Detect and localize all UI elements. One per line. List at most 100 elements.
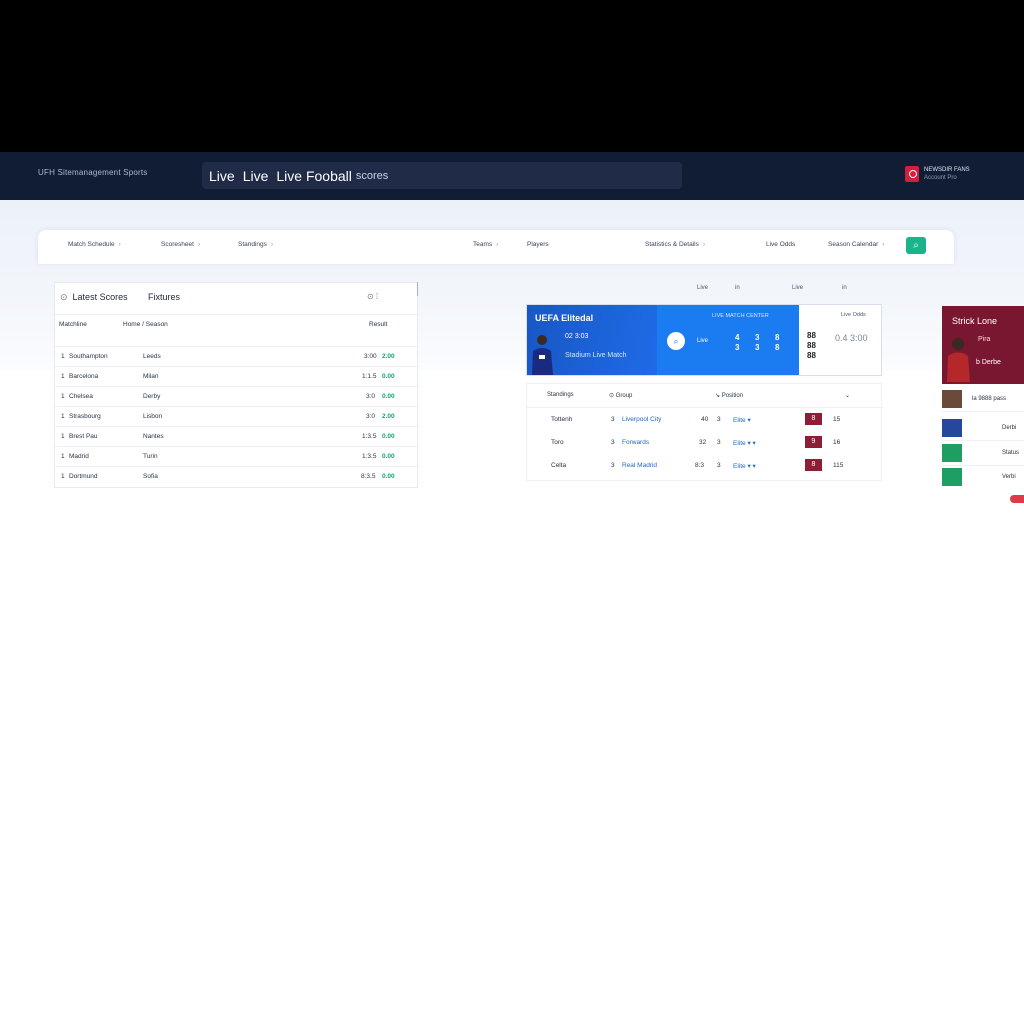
row-team: Dortmund [69, 473, 98, 480]
t2-col-header-1: ⊙ Group [609, 393, 633, 399]
banner-col-3: 8 8 [775, 333, 780, 352]
row-gd: 16 [833, 439, 841, 446]
search-icon[interactable]: ⌕ [667, 332, 685, 350]
row-link2[interactable]: Elite ▾ ▾ [733, 462, 756, 470]
chevron-right-icon: › [882, 241, 885, 248]
t2-col-header-2: ↘ Position [715, 393, 744, 399]
scroll-indicator[interactable] [417, 282, 418, 296]
chevron-down-icon[interactable]: ⌄ [845, 392, 850, 399]
nav-item-6[interactable]: Live Odds [766, 241, 795, 248]
table-row[interactable]: 1 Southampton Leeds 3:00 2.00 [55, 346, 419, 366]
side-feature-card[interactable]: Strick Lone Pira b Derbe [942, 306, 1024, 384]
table-row[interactable]: 1 Madrid Turin 1:3.5 0.00 [55, 446, 419, 466]
divider [942, 440, 1024, 441]
match-banner[interactable]: UEFA Elitedal 02 3:03 Stadium Live Match… [526, 304, 882, 376]
toolbar-item-2[interactable]: Live [792, 285, 803, 291]
banner-right: Live Odds 88 88 88 0.4 3:00 [799, 305, 881, 375]
table-row[interactable]: 1 Barcelona Milan 1:1.5 0.00 [55, 366, 419, 386]
user-name: NEWSDIR FANS [924, 167, 970, 173]
search-bar[interactable]: Live Live Live Fooball scores [202, 162, 682, 189]
side-list-item[interactable]: Verbi [942, 468, 1024, 488]
banner-middle-label: Live [697, 338, 709, 344]
nav-item-1[interactable]: Scoresheet › [161, 241, 200, 248]
row-city: Leeds [143, 353, 161, 360]
row-link[interactable]: Forwards [622, 439, 649, 446]
row-odd: 0.00 [382, 373, 395, 380]
avatar [942, 390, 962, 408]
row-pos: 3 [717, 416, 721, 423]
arrow-icon: ↘ [715, 393, 722, 399]
clock-icon: ⊙ [60, 292, 68, 302]
row-odd: 0.00 [382, 453, 395, 460]
banner-middle: LIVE MATCH CENTER ⌕ Live 4 3 3 3 8 8 [657, 305, 799, 375]
search-word-1: Live [209, 167, 235, 184]
team-flag-icon [942, 468, 962, 486]
row-link2[interactable]: Elite ▾ [733, 416, 751, 424]
user-menu[interactable]: NEWSDIR FANS Account Pro [905, 166, 970, 182]
row-score: 1:3.5 [362, 453, 377, 460]
row-odd: 2.00 [382, 413, 395, 420]
toolbar-item-3[interactable]: in [842, 285, 847, 291]
row-gd: 115 [833, 462, 844, 469]
row-index: 1 [61, 413, 65, 420]
banner-left: UEFA Elitedal 02 3:03 Stadium Live Match [527, 305, 657, 375]
nav-item-2[interactable]: Standings › [238, 241, 273, 248]
chevron-right-icon: › [270, 241, 274, 248]
row-link2[interactable]: Elite ▾ ▾ [733, 439, 756, 447]
row-odd: 0.00 [382, 393, 395, 400]
side-list-item[interactable]: Derbi [942, 419, 1024, 439]
app-header: UFH Sitemanagement Sports Live Live Live… [0, 152, 1024, 200]
row-gd: 15 [833, 416, 841, 423]
row-name: Celta [551, 462, 567, 469]
row-score: 1:3.5 [362, 433, 377, 440]
row-pos: 3 [717, 439, 721, 446]
row-odd: 0.00 [382, 473, 395, 480]
row-link[interactable]: Real Madrid [622, 462, 657, 469]
row-num: 3 [611, 462, 615, 469]
col-header-1: Home / Season [123, 321, 168, 328]
row-index: 1 [61, 433, 65, 440]
side-list-item[interactable]: la 9888 pass [942, 390, 1024, 410]
player-image [947, 338, 970, 382]
main-nav: Match Schedule › Scoresheet › Standings › T… [38, 230, 954, 264]
team-flag-icon: 8 [805, 413, 822, 425]
table-row[interactable]: Celta 3 Real Madrid 8:3 3 Elite ▾ ▾ 8 11… [527, 454, 883, 477]
table-row[interactable]: 1 Chelsea Derby 3:0 0.00 [55, 386, 419, 406]
row-team: Southampton [69, 353, 108, 360]
side-list-item[interactable]: Status [942, 444, 1024, 464]
panel-controls[interactable]: ⊙ ⁞ [367, 292, 378, 301]
toolbar-item-1[interactable]: in [735, 285, 740, 291]
row-city: Derby [143, 393, 161, 400]
table-row[interactable]: 1 Strasbourg Lisbon 3:0 2.00 [55, 406, 419, 426]
row-num: 3 [611, 416, 615, 423]
scores-panel-title2[interactable]: Fixtures [148, 292, 180, 302]
row-score: 8:3.5 [361, 473, 376, 480]
row-pts: 40 [701, 416, 709, 423]
chevron-right-icon: › [118, 241, 121, 248]
player-image [532, 335, 553, 375]
nav-item-3[interactable]: Teams › [473, 241, 498, 248]
table-row[interactable]: 1 Dortmund Sofia 8:3.5 0.00 [55, 466, 419, 486]
table-row[interactable]: Tottenh 3 Liverpool City 40 3 Elite ▾ 8 … [527, 408, 883, 431]
banner-col-2: 3 3 [755, 333, 760, 352]
row-city: Nantes [143, 433, 164, 440]
row-pos: 3 [717, 462, 721, 469]
toolbar-item-0[interactable]: Live [697, 285, 708, 291]
nav-item-5[interactable]: Statistics & Details › [645, 241, 705, 248]
nav-item-4[interactable]: Players [527, 241, 549, 248]
row-link[interactable]: Liverpool City [622, 416, 661, 423]
search-word-2: Live [242, 167, 269, 184]
row-city: Turin [143, 453, 158, 460]
search-button[interactable]: ⌕ [906, 237, 926, 254]
table-row[interactable]: 1 Brest Pau Nantes 1:3.5 0.00 [55, 426, 419, 446]
chevron-right-icon: › [496, 241, 499, 248]
standings-table: Standings ⊙ Group ↘ Position ⌄ Tottenh 3… [526, 383, 883, 481]
divider [55, 314, 419, 315]
table-row[interactable]: Toro 3 Forwards 32 3 Elite ▾ ▾ 9 16 [527, 431, 883, 454]
top-black-strip [0, 0, 1024, 152]
row-team: Barcelona [69, 373, 99, 380]
nav-item-0[interactable]: Match Schedule › [68, 241, 121, 248]
live-badge[interactable] [1010, 495, 1024, 503]
row-city: Lisbon [143, 413, 163, 420]
nav-item-7[interactable]: Season Calendar › [828, 241, 884, 248]
